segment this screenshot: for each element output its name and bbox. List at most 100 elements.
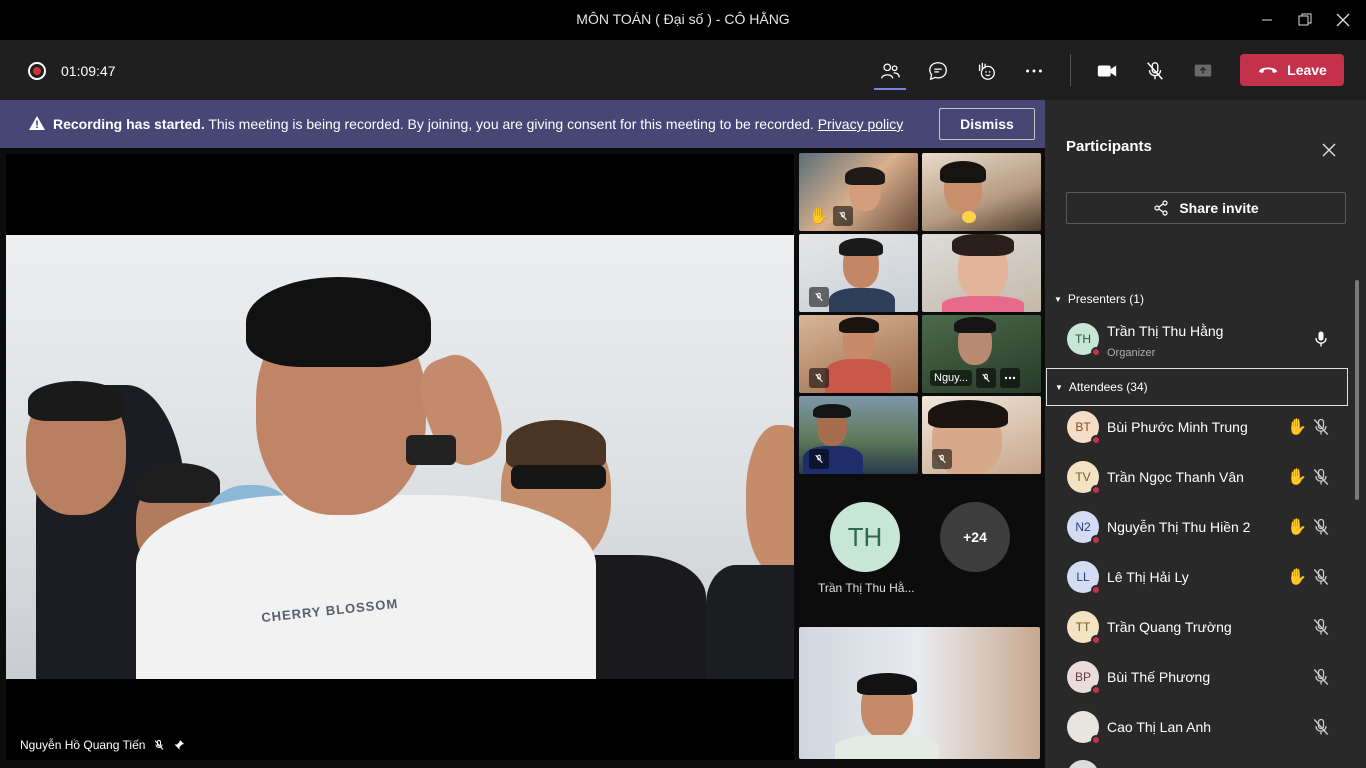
presenter-avatar-label: Trần Thị Thu Hằ... xyxy=(818,581,915,595)
video-tile[interactable] xyxy=(799,234,918,312)
participant-avatar: LL xyxy=(1067,561,1101,595)
participant-name: Nguyễn Thị Thu Hiền 2 xyxy=(1107,519,1251,535)
share-invite-button[interactable]: Share invite xyxy=(1066,192,1346,224)
participant-row[interactable]: TH Trần Thị Thu Hằng Organizer xyxy=(1067,319,1347,359)
video-tile[interactable] xyxy=(799,627,1040,759)
chat-button[interactable] xyxy=(923,56,953,86)
presenters-header-label: Presenters (1) xyxy=(1067,292,1144,306)
raised-hand-icon: ✋ xyxy=(1287,569,1307,586)
participant-row[interactable]: BT Bùi Phước Minh Trung ✋ xyxy=(1067,407,1347,447)
people-icon xyxy=(881,63,900,79)
meeting-timer: 01:09:47 xyxy=(61,63,116,79)
camera-button[interactable] xyxy=(1092,56,1122,86)
video-tile[interactable] xyxy=(922,153,1041,231)
camera-icon xyxy=(1097,65,1117,77)
participant-row[interactable]: LL Lê Thị Hải Ly ✋ xyxy=(1067,557,1347,597)
leave-button[interactable]: Leave xyxy=(1240,54,1344,86)
toolbar-divider xyxy=(1070,54,1071,86)
video-tile[interactable]: Nguy... xyxy=(922,315,1041,393)
participant-name: Bùi Thế Phương xyxy=(1107,669,1211,685)
recording-icon xyxy=(28,62,46,80)
minimize-icon xyxy=(1262,19,1272,21)
video-tile[interactable] xyxy=(799,396,918,474)
raised-hand-icon: ✋ xyxy=(809,208,829,225)
participant-name: Trần Ngọc Thanh Vân xyxy=(1107,469,1244,485)
mic-off-icon xyxy=(1313,668,1329,685)
share-invite-label: Share invite xyxy=(1179,200,1259,216)
close-icon xyxy=(1336,13,1350,27)
window-title: MÔN TOÁN ( Đại số ) - CÔ HẰNG xyxy=(576,11,790,27)
banner-message: Recording has started. This meeting is b… xyxy=(53,116,903,132)
raised-hand-icon: ✋ xyxy=(1287,469,1307,486)
participant-name: Cao Thị Lan Anh xyxy=(1107,719,1212,735)
mic-off-icon xyxy=(1313,518,1329,535)
mic-off-icon xyxy=(1147,62,1163,80)
participant-row[interactable]: N2 Nguyễn Thị Thu Hiền 2 ✋ xyxy=(1067,507,1347,547)
dismiss-button[interactable]: Dismiss xyxy=(939,108,1035,140)
mic-on-icon xyxy=(1315,331,1327,347)
raised-hand-icon: ✋ xyxy=(1287,519,1307,536)
attendees-header-label: Attendees (34) xyxy=(1068,380,1148,394)
presenter-avatar[interactable]: TH xyxy=(830,502,900,572)
mic-off-icon xyxy=(809,368,829,388)
share-screen-button[interactable] xyxy=(1188,56,1218,86)
participant-role: Organizer xyxy=(1107,347,1156,359)
video-tile[interactable]: ✋ xyxy=(799,153,918,231)
share-icon xyxy=(1154,200,1168,216)
participant-avatar: TV xyxy=(1067,461,1101,495)
close-panel-icon[interactable] xyxy=(1319,140,1339,160)
participant-avatar: BP xyxy=(1067,661,1101,695)
share-screen-icon xyxy=(1194,64,1212,77)
caret-down-icon: ▼ xyxy=(1055,382,1063,392)
video-tile[interactable] xyxy=(799,315,918,393)
main-video-name: Nguyễn Hồ Quang Tiến xyxy=(20,738,146,752)
attendees-section-header[interactable]: ▼ Attendees (34) xyxy=(1046,368,1348,406)
hang-up-icon xyxy=(1259,67,1278,73)
video-tile[interactable] xyxy=(922,234,1041,312)
presenters-section-header[interactable]: ▼ Presenters (1) xyxy=(1054,292,1144,306)
mic-off-icon xyxy=(155,740,164,750)
title-bar: MÔN TOÁN ( Đại số ) - CÔ HẰNG xyxy=(0,0,1366,40)
more-actions-button[interactable] xyxy=(1019,56,1049,86)
mic-off-icon xyxy=(832,206,853,226)
participant-avatar: TH xyxy=(1067,323,1101,357)
pin-icon[interactable] xyxy=(173,739,185,751)
leave-label: Leave xyxy=(1287,62,1327,78)
video-tile-name: Nguy... xyxy=(930,370,973,386)
participants-scrollbar[interactable] xyxy=(1355,280,1359,500)
participant-row[interactable]: Cao Thị Lan Anh xyxy=(1067,707,1347,747)
participant-avatar: TT xyxy=(1067,611,1101,645)
main-video-tile[interactable]: CHERRY BLOSSOM Nguyễn Hồ Quang Tiến xyxy=(6,154,794,760)
active-tab-indicator xyxy=(874,88,906,90)
privacy-policy-link[interactable]: Privacy policy xyxy=(818,116,904,132)
mic-off-icon xyxy=(1313,718,1329,735)
more-options-icon[interactable] xyxy=(1000,368,1021,388)
video-stage: CHERRY BLOSSOM Nguyễn Hồ Quang Tiến ✋ Ng… xyxy=(0,148,1045,768)
chat-icon xyxy=(929,62,947,81)
more-participants-button[interactable]: +24 xyxy=(940,502,1010,572)
more-icon xyxy=(1026,69,1042,73)
participants-toggle-button[interactable] xyxy=(875,56,905,86)
mic-off-icon xyxy=(976,368,997,388)
close-window-button[interactable] xyxy=(1320,0,1366,40)
video-tile[interactable] xyxy=(922,396,1041,474)
participant-name: Trần Quang Trường xyxy=(1107,619,1232,635)
panel-title: Participants xyxy=(1066,138,1152,155)
raise-hand-icon xyxy=(978,62,995,80)
mic-off-icon xyxy=(1313,418,1329,435)
mic-off-icon xyxy=(932,449,952,469)
participant-row[interactable]: TV Trần Ngọc Thanh Vân ✋ xyxy=(1067,457,1347,497)
banner-title: Recording has started. xyxy=(53,116,205,132)
participant-avatar: BT xyxy=(1067,411,1101,445)
banner-text: This meeting is being recorded. By joini… xyxy=(208,116,814,132)
mic-button[interactable] xyxy=(1140,56,1170,86)
reactions-button[interactable] xyxy=(971,56,1001,86)
participants-panel: Participants Share invite ▼ Presenters (… xyxy=(1045,100,1366,768)
participant-avatar xyxy=(1067,711,1101,745)
participant-row[interactable]: TT Trần Quang Trường xyxy=(1067,607,1347,647)
mic-off-icon xyxy=(1313,568,1329,585)
participant-avatar: N2 xyxy=(1067,511,1101,545)
main-video-feed: CHERRY BLOSSOM xyxy=(6,235,794,679)
participant-name: Bùi Phước Minh Trung xyxy=(1107,419,1248,435)
participant-row[interactable]: BP Bùi Thế Phương xyxy=(1067,657,1347,697)
